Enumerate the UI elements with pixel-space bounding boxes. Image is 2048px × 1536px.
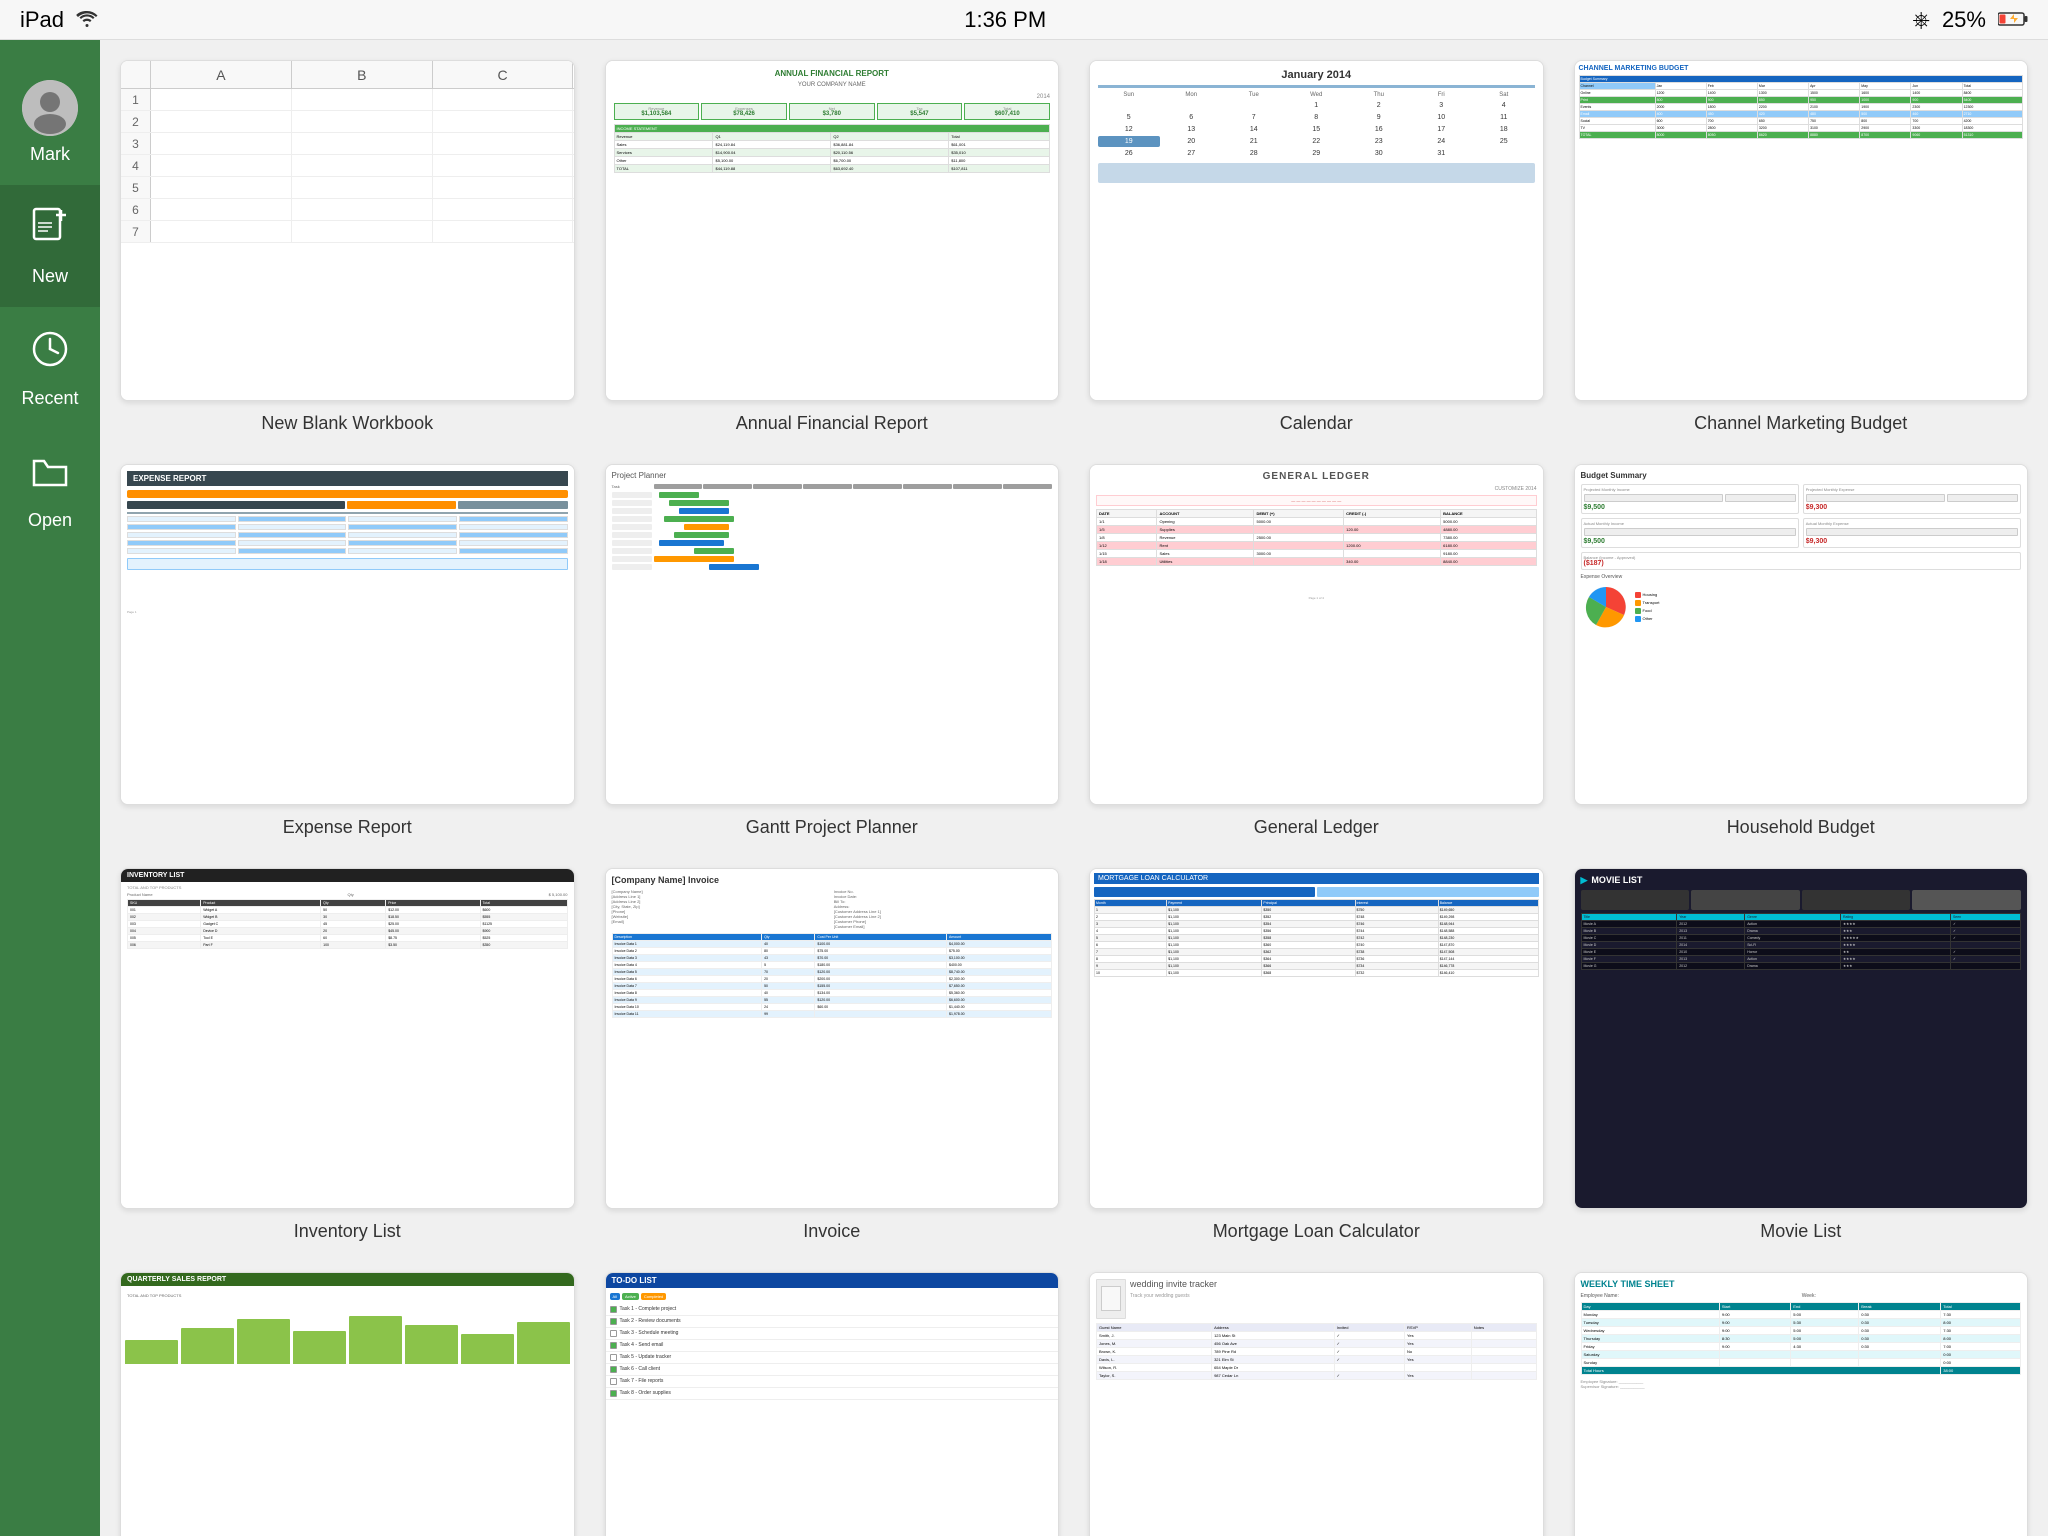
template-invoice[interactable]: [Company Name] Invoice [Company Name] [A… <box>605 868 1060 1242</box>
main-layout: Mark New <box>0 40 2048 1536</box>
wifi-icon <box>76 7 98 33</box>
template-name-blank: New Blank Workbook <box>261 413 433 434</box>
template-thumb-inventory[interactable]: INVENTORY LIST TOTAL AND TOP PRODUCTS Pr… <box>120 868 575 1209</box>
time-display: 1:36 PM <box>964 7 1046 33</box>
carrier-label: iPad <box>20 7 64 33</box>
open-label: Open <box>28 510 72 531</box>
template-quarterly[interactable]: QUARTERLY SALES REPORT TOTAL AND TOP PRO… <box>120 1272 575 1536</box>
new-label: New <box>32 266 68 287</box>
ledger-preview: GENERAL LEDGER CUSTOMIZE 2014 — — — — — … <box>1090 465 1543 804</box>
inventory-preview: INVENTORY LIST TOTAL AND TOP PRODUCTS Pr… <box>121 869 574 1208</box>
avatar <box>22 80 78 136</box>
template-todo[interactable]: TO-DO LIST All Active Completed Task 1 -… <box>605 1272 1060 1536</box>
template-thumb-cmb[interactable]: CHANNEL MARKETING BUDGET Budget Summary … <box>1574 60 2029 401</box>
household-preview: Budget Summary Projected Monthly Income … <box>1575 465 2028 804</box>
template-name-mortgage: Mortgage Loan Calculator <box>1213 1221 1420 1242</box>
template-thumb-todo[interactable]: TO-DO LIST All Active Completed Task 1 -… <box>605 1272 1060 1536</box>
battery-label: 25% <box>1942 7 1986 33</box>
template-gantt[interactable]: Project Planner Task <box>605 464 1060 838</box>
profile-label: Mark <box>30 144 70 165</box>
battery-icon <box>1998 7 2028 33</box>
template-thumb-gantt[interactable]: Project Planner Task <box>605 464 1060 805</box>
time-label: 1:36 PM <box>964 7 1046 32</box>
sidebar-item-recent[interactable]: Recent <box>0 307 100 429</box>
sidebar-item-open[interactable]: Open <box>0 429 100 551</box>
template-thumb-ledger[interactable]: GENERAL LEDGER CUSTOMIZE 2014 — — — — — … <box>1089 464 1544 805</box>
template-movie[interactable]: ▶ MOVIE LIST TitleYearGenreRatingSeen Mo… <box>1574 868 2029 1242</box>
gantt-preview: Project Planner Task <box>606 465 1059 804</box>
status-left: iPad <box>20 7 98 33</box>
template-afr[interactable]: ANNUAL FINANCIAL REPORT YOUR COMPANY NAM… <box>605 60 1060 434</box>
template-thumb-invoice[interactable]: [Company Name] Invoice [Company Name] [A… <box>605 868 1060 1209</box>
timesheet-preview: WEEKLY TIME SHEET Employee Name: Week: D… <box>1575 1273 2028 1536</box>
new-icon <box>28 205 72 258</box>
template-name-movie: Movie List <box>1760 1221 1841 1242</box>
invoice-preview: [Company Name] Invoice [Company Name] [A… <box>606 869 1059 1208</box>
sidebar-item-new[interactable]: New <box>0 185 100 307</box>
wedding-preview: wedding invite tracker Track your weddin… <box>1090 1273 1543 1536</box>
template-thumb-household[interactable]: Budget Summary Projected Monthly Income … <box>1574 464 2029 805</box>
template-thumb-mortgage[interactable]: MORTGAGE LOAN CALCULATOR MonthPaymentPri… <box>1089 868 1544 1209</box>
template-thumb-wedding[interactable]: wedding invite tracker Track your weddin… <box>1089 1272 1544 1536</box>
template-name-gantt: Gantt Project Planner <box>746 817 918 838</box>
movie-list-title-icon: ▶ <box>1581 875 1588 886</box>
template-expense[interactable]: EXPENSE REPORT <box>120 464 575 838</box>
sidebar: Mark New <box>0 40 100 1536</box>
template-mortgage[interactable]: MORTGAGE LOAN CALCULATOR MonthPaymentPri… <box>1089 868 1544 1242</box>
template-thumb-blank[interactable]: A B C 1 2 3 4 5 6 7 <box>120 60 575 401</box>
recent-label: Recent <box>21 388 78 409</box>
bluetooth-icon: ⎈ <box>1912 7 1930 33</box>
template-name-household: Household Budget <box>1727 817 1875 838</box>
blank-workbook-preview: A B C 1 2 3 4 5 6 7 <box>121 61 574 400</box>
template-name-expense: Expense Report <box>283 817 412 838</box>
status-bar: iPad 1:36 PM ⎈ 25% <box>0 0 2048 40</box>
template-cmb[interactable]: CHANNEL MARKETING BUDGET Budget Summary … <box>1574 60 2029 434</box>
template-thumb-movie[interactable]: ▶ MOVIE LIST TitleYearGenreRatingSeen Mo… <box>1574 868 2029 1209</box>
template-name-calendar: Calendar <box>1280 413 1353 434</box>
open-icon <box>28 449 72 502</box>
template-wedding[interactable]: wedding invite tracker Track your weddin… <box>1089 1272 1544 1536</box>
expense-preview: EXPENSE REPORT <box>121 465 574 804</box>
calendar-preview: January 2014 Sun Mon Tue Wed Thu Fri Sat <box>1090 61 1543 400</box>
afr-preview: ANNUAL FINANCIAL REPORT YOUR COMPANY NAM… <box>606 61 1059 400</box>
todo-preview: TO-DO LIST All Active Completed Task 1 -… <box>606 1273 1059 1536</box>
template-grid: A B C 1 2 3 4 5 6 7 New Blank Workbook <box>120 60 2028 1536</box>
template-name-invoice: Invoice <box>803 1221 860 1242</box>
template-thumb-quarterly[interactable]: QUARTERLY SALES REPORT TOTAL AND TOP PRO… <box>120 1272 575 1536</box>
template-calendar[interactable]: January 2014 Sun Mon Tue Wed Thu Fri Sat <box>1089 60 1544 434</box>
sidebar-item-profile[interactable]: Mark <box>0 60 100 185</box>
template-timesheet[interactable]: WEEKLY TIME SHEET Employee Name: Week: D… <box>1574 1272 2029 1536</box>
movie-preview: ▶ MOVIE LIST TitleYearGenreRatingSeen Mo… <box>1575 869 2028 1208</box>
template-thumb-timesheet[interactable]: WEEKLY TIME SHEET Employee Name: Week: D… <box>1574 1272 2029 1536</box>
content-area: A B C 1 2 3 4 5 6 7 New Blank Workbook <box>100 40 2048 1536</box>
template-ledger[interactable]: GENERAL LEDGER CUSTOMIZE 2014 — — — — — … <box>1089 464 1544 838</box>
status-right: ⎈ 25% <box>1912 7 2028 33</box>
template-thumb-expense[interactable]: EXPENSE REPORT <box>120 464 575 805</box>
template-name-ledger: General Ledger <box>1254 817 1379 838</box>
template-blank[interactable]: A B C 1 2 3 4 5 6 7 New Blank Workbook <box>120 60 575 434</box>
template-name-inventory: Inventory List <box>294 1221 401 1242</box>
quarterly-preview: QUARTERLY SALES REPORT TOTAL AND TOP PRO… <box>121 1273 574 1536</box>
template-name-afr: Annual Financial Report <box>736 413 928 434</box>
recent-icon <box>28 327 72 380</box>
template-inventory[interactable]: INVENTORY LIST TOTAL AND TOP PRODUCTS Pr… <box>120 868 575 1242</box>
template-household[interactable]: Budget Summary Projected Monthly Income … <box>1574 464 2029 838</box>
template-thumb-afr[interactable]: ANNUAL FINANCIAL REPORT YOUR COMPANY NAM… <box>605 60 1060 401</box>
template-name-cmb: Channel Marketing Budget <box>1694 413 1907 434</box>
mortgage-preview: MORTGAGE LOAN CALCULATOR MonthPaymentPri… <box>1090 869 1543 1208</box>
template-thumb-calendar[interactable]: January 2014 Sun Mon Tue Wed Thu Fri Sat <box>1089 60 1544 401</box>
cmb-preview: CHANNEL MARKETING BUDGET Budget Summary … <box>1575 61 2028 400</box>
